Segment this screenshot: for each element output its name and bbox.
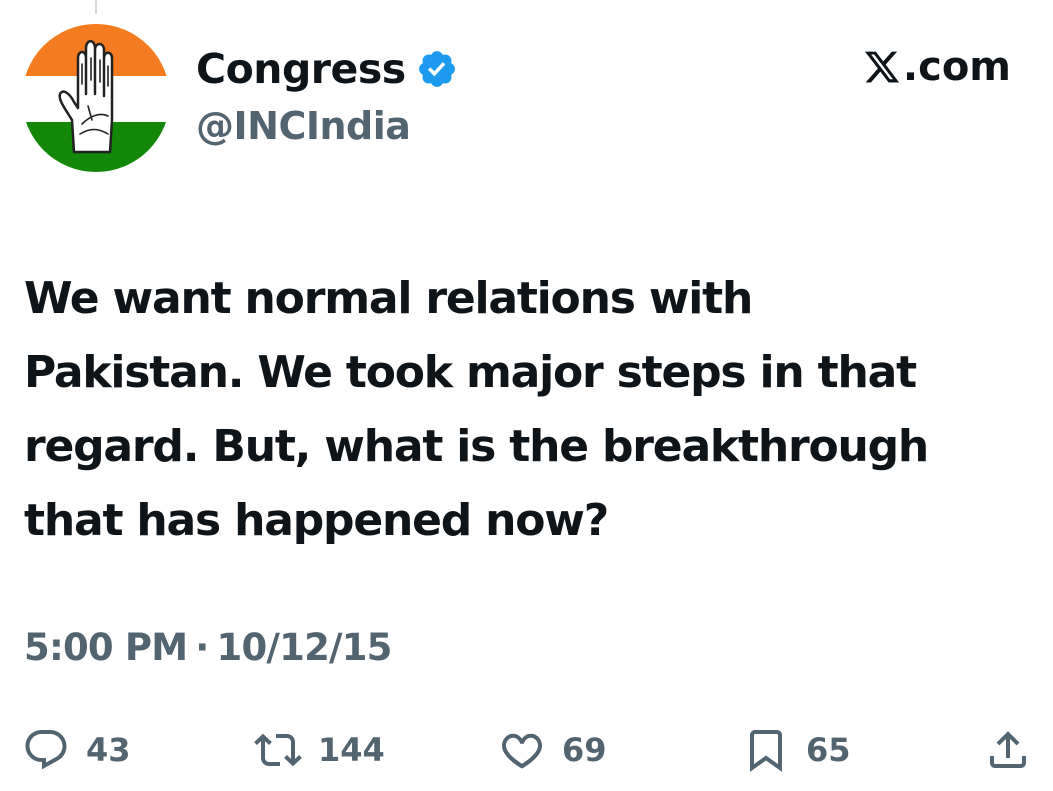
thread-connector-line xyxy=(95,0,97,14)
bookmark-icon xyxy=(750,730,782,772)
x-logo-icon xyxy=(864,51,900,83)
meta-separator: · xyxy=(195,626,209,669)
site-label: .com xyxy=(863,44,1011,90)
tweet-line: Pakistan. We took major steps in that xyxy=(24,347,917,398)
tweet-line: We want normal relations with xyxy=(24,273,753,324)
tweet-time[interactable]: 5:00 PM xyxy=(24,626,188,669)
site-label-text: .com xyxy=(902,44,1011,90)
retweet-count: 144 xyxy=(318,731,385,769)
tweet-line: that has happened now? xyxy=(24,495,609,546)
display-name[interactable]: Congress xyxy=(196,45,406,93)
bookmark-count: 65 xyxy=(806,731,851,769)
like-button[interactable]: 69 xyxy=(498,720,607,780)
heart-icon xyxy=(502,733,542,769)
user-handle[interactable]: @INCIndia xyxy=(196,104,411,148)
reply-button[interactable]: 43 xyxy=(22,720,131,780)
tweet-line: regard. But, what is the breakthrough xyxy=(24,421,929,472)
tweet-text: We want normal relations with Pakistan. … xyxy=(24,262,1034,558)
share-button[interactable] xyxy=(984,720,1032,780)
share-icon xyxy=(990,731,1026,768)
like-count: 69 xyxy=(562,731,607,769)
tweet-actions-bar: 43 144 69 65 xyxy=(22,720,1032,780)
avatar[interactable] xyxy=(22,24,170,172)
reply-icon xyxy=(25,730,67,770)
tweet-date[interactable]: 10/12/15 xyxy=(217,626,393,669)
tweet-timestamp[interactable]: 5:00 PM · 10/12/15 xyxy=(24,626,392,669)
retweet-button[interactable]: 144 xyxy=(254,720,385,780)
display-name-row[interactable]: Congress xyxy=(196,40,458,98)
retweet-icon xyxy=(254,733,302,767)
bookmark-button[interactable]: 65 xyxy=(742,720,851,780)
verified-badge-icon xyxy=(418,51,455,87)
reply-count: 43 xyxy=(86,731,131,769)
congress-logo-icon xyxy=(22,24,170,172)
